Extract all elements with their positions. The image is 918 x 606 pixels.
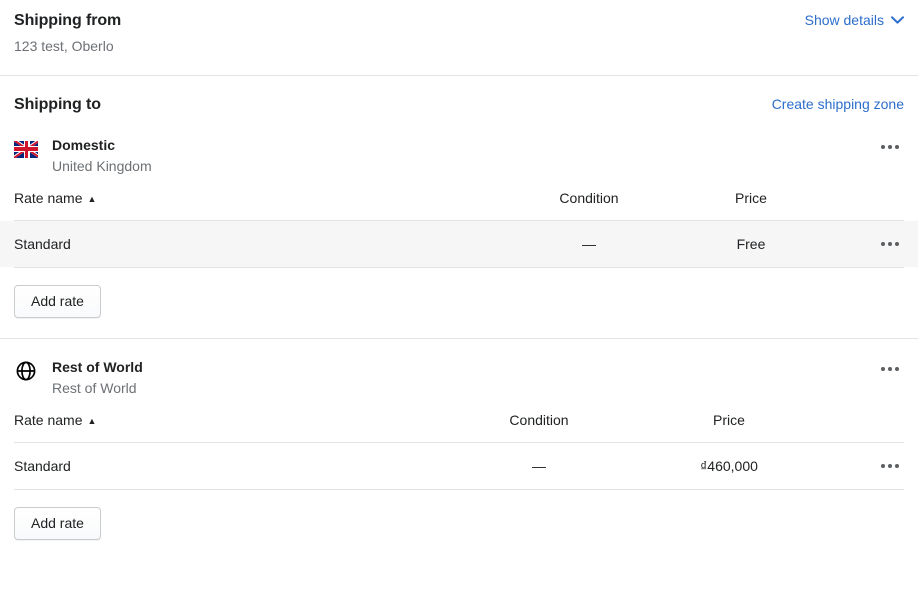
rate-overflow-menu-button[interactable] xyxy=(876,455,904,477)
column-label: Rate name xyxy=(14,412,83,428)
rate-name-cell: Standard xyxy=(14,458,71,474)
shipping-from-title: Shipping from xyxy=(14,12,122,29)
rate-overflow-menu-button[interactable] xyxy=(876,233,904,255)
show-details-button[interactable]: Show details xyxy=(805,12,904,28)
more-options-icon xyxy=(888,242,892,246)
zone-name: Domestic xyxy=(52,137,116,153)
more-options-icon xyxy=(888,464,892,468)
shipping-from-header: Shipping from Show details xyxy=(14,12,904,30)
zone-region: United Kingdom xyxy=(52,158,152,174)
zone-region: Rest of World xyxy=(52,380,137,396)
create-shipping-zone-button[interactable]: Create shipping zone xyxy=(772,96,904,112)
more-options-icon xyxy=(888,145,892,149)
column-label: Rate name xyxy=(14,190,83,206)
rate-price-cell: ₫460,000 xyxy=(700,458,758,474)
more-options-icon xyxy=(895,367,899,371)
more-options-icon xyxy=(881,464,885,468)
rates-table-rest-of-world: Rate name ▲ Condition Price Standard — ₫4… xyxy=(0,398,918,490)
rate-price-cell: Free xyxy=(736,236,766,252)
sort-ascending-icon: ▲ xyxy=(87,193,97,204)
zone-overflow-menu-button[interactable] xyxy=(876,358,904,380)
add-rate-domestic-wrapper: Add rate xyxy=(0,285,918,318)
show-details-label: Show details xyxy=(804,12,884,28)
more-options-icon xyxy=(895,464,899,468)
shipping-to-title: Shipping to xyxy=(14,96,101,113)
uk-flag-icon xyxy=(14,137,38,161)
column-header-condition: Condition xyxy=(559,190,619,206)
shipping-from-section: Shipping from Show details 123 test, Obe… xyxy=(0,0,918,54)
shipping-to-header: Shipping to Create shipping zone xyxy=(14,96,904,114)
create-shipping-zone-label: Create shipping zone xyxy=(771,96,904,112)
column-header-price: Price xyxy=(735,190,767,206)
column-header-price: Price xyxy=(713,412,745,428)
column-header-condition: Condition xyxy=(509,412,569,428)
table-row[interactable]: Standard — Free xyxy=(0,221,918,267)
chevron-down-icon xyxy=(891,16,904,24)
globe-icon xyxy=(14,359,38,383)
rate-condition-cell: — xyxy=(532,458,546,474)
add-rate-rest-of-world-wrapper: Add rate xyxy=(0,507,918,540)
table-header-row: Rate name ▲ Condition Price xyxy=(0,176,918,220)
shipping-from-address: 123 test, Oberlo xyxy=(14,38,114,54)
column-header-rate-name[interactable]: Rate name ▲ xyxy=(14,190,524,206)
column-header-rate-name[interactable]: Rate name ▲ xyxy=(14,412,474,428)
more-options-icon xyxy=(888,367,892,371)
rate-name-cell: Standard xyxy=(14,236,71,252)
zone-name: Rest of World xyxy=(52,359,143,375)
rates-table-domestic: Rate name ▲ Condition Price Standard — Fr… xyxy=(0,176,918,268)
zone-overflow-menu-button[interactable] xyxy=(876,136,904,158)
shipping-zone-domestic-header: Domestic United Kingdom xyxy=(0,136,918,176)
more-options-icon xyxy=(881,367,885,371)
shipping-zone-rest-of-world-header: Rest of World Rest of World xyxy=(0,358,918,398)
more-options-icon xyxy=(895,242,899,246)
sort-ascending-icon: ▲ xyxy=(87,415,97,426)
table-row[interactable]: Standard — ₫460,000 xyxy=(0,443,918,489)
shipping-to-section: Shipping to Create shipping zone xyxy=(0,76,918,114)
more-options-icon xyxy=(881,242,885,246)
rate-condition-cell: — xyxy=(582,236,596,252)
more-options-icon xyxy=(881,145,885,149)
table-header-row: Rate name ▲ Condition Price xyxy=(0,398,918,442)
more-options-icon xyxy=(895,145,899,149)
add-rate-button[interactable]: Add rate xyxy=(14,285,101,318)
add-rate-button[interactable]: Add rate xyxy=(14,507,101,540)
